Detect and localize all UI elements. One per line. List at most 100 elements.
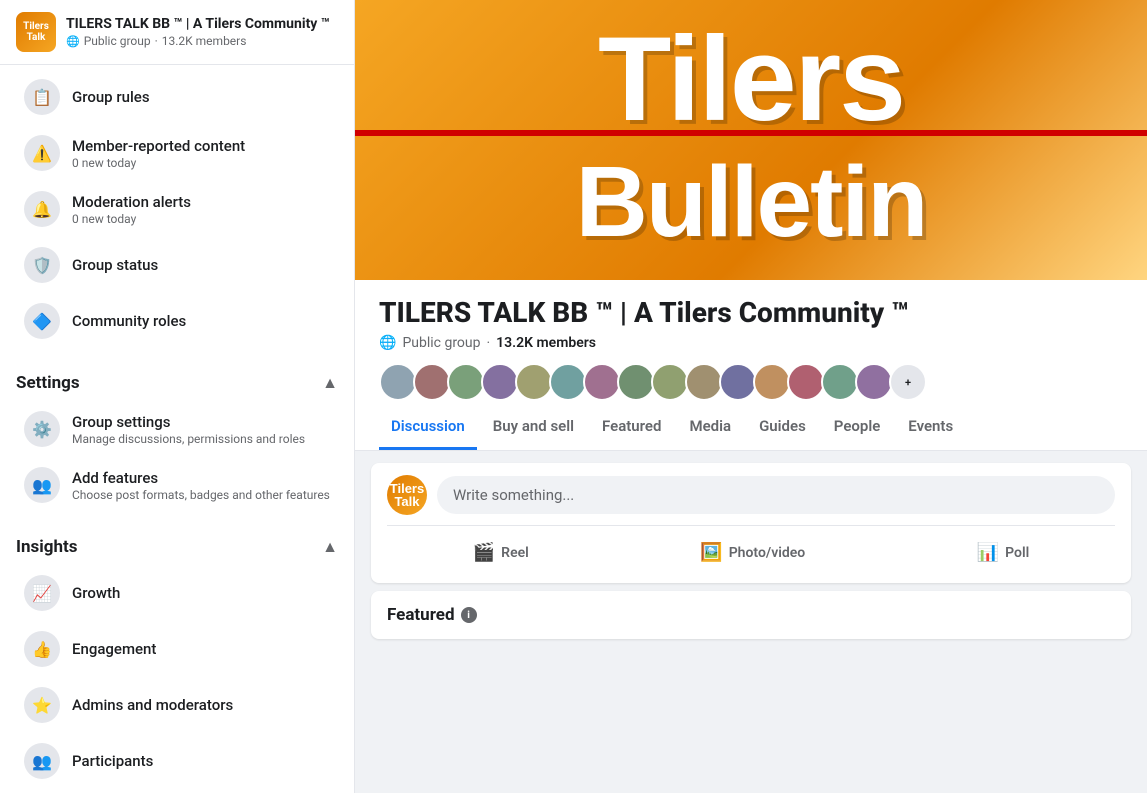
member-avatar (413, 363, 451, 401)
featured-info-icon[interactable]: i (461, 607, 477, 623)
group-settings-label: Group settings (72, 413, 305, 431)
growth-label: Growth (72, 584, 120, 602)
insights-section-header: Insights ▲ (0, 525, 354, 561)
featured-section: Featured i (371, 591, 1131, 639)
sidebar-item-admins-moderators[interactable]: ⭐ Admins and moderators (8, 677, 346, 733)
sidebar-item-group-rules[interactable]: 📋 Group rules (8, 69, 346, 125)
photo-video-label: Photo/video (729, 545, 806, 561)
sidebar-item-moderation-alerts[interactable]: 🔔 Moderation alerts 0 new today (8, 181, 346, 237)
group-type: Public group (84, 34, 151, 48)
cover-red-line (355, 130, 1147, 136)
photo-icon: 🖼️ (700, 542, 722, 563)
group-members-count: 13.2K members (162, 34, 247, 48)
reel-icon: 🎬 (473, 542, 495, 563)
add-features-sub: Choose post formats, badges and other fe… (72, 488, 330, 502)
members-row: + (379, 363, 1123, 403)
featured-header: Featured i (387, 605, 1115, 625)
tabs-bar: DiscussionBuy and sellFeaturedMediaGuide… (355, 403, 1147, 451)
main-content: Tilers Bulletin TILERS TALK BB ™ | A Til… (355, 0, 1147, 793)
reel-button[interactable]: 🎬 Reel (457, 534, 545, 571)
sidebar-item-participants[interactable]: 👥 Participants (8, 733, 346, 789)
member-avatar (447, 363, 485, 401)
reported-icon: ⚠️ (24, 135, 60, 171)
group-avatar: TilersTalk (16, 12, 56, 52)
member-avatar (753, 363, 791, 401)
group-info-section: TILERS TALK BB ™ | A Tilers Community ™ … (355, 280, 1147, 403)
sidebar-item-group-settings[interactable]: ⚙️ Group settings Manage discussions, pe… (8, 401, 346, 457)
member-avatar (685, 363, 723, 401)
admins-icon: ⭐ (24, 687, 60, 723)
globe-public-icon: 🌐 (379, 335, 396, 351)
sidebar-item-community-roles[interactable]: 🔷 Community roles (8, 293, 346, 349)
member-avatar (617, 363, 655, 401)
photo-video-button[interactable]: 🖼️ Photo/video (684, 534, 821, 571)
composer-avatar: TilersTalk (387, 475, 427, 515)
member-avatar (821, 363, 859, 401)
group-settings-sub: Manage discussions, permissions and role… (72, 432, 305, 446)
member-reported-label: Member-reported content (72, 137, 245, 155)
tab-discussion[interactable]: Discussion (379, 403, 477, 450)
member-avatar (549, 363, 587, 401)
roles-icon: 🔷 (24, 303, 60, 339)
tab-guides[interactable]: Guides (747, 403, 818, 450)
tab-media[interactable]: Media (677, 403, 743, 450)
alerts-icon: 🔔 (24, 191, 60, 227)
moderation-alerts-sub: 0 new today (72, 212, 191, 226)
engagement-label: Engagement (72, 640, 156, 658)
member-avatar (855, 363, 893, 401)
sidebar-item-member-reported[interactable]: ⚠️ Member-reported content 0 new today (8, 125, 346, 181)
sidebar-item-growth[interactable]: 📈 Growth (8, 565, 346, 621)
insights-chevron-icon[interactable]: ▲ (322, 537, 338, 557)
group-info-block: TILERS TALK BB ™ | A Tilers Community ™ … (66, 16, 338, 49)
composer-top: TilersTalk Write something... (387, 475, 1115, 515)
moderation-section: 📋 Group rules ⚠️ Member-reported content… (0, 65, 354, 353)
group-title: TILERS TALK BB ™ | A Tilers Community ™ (379, 296, 1123, 329)
member-avatar (515, 363, 553, 401)
member-avatar (719, 363, 757, 401)
composer-input[interactable]: Write something... (437, 476, 1115, 514)
sidebar-item-guides[interactable]: 📖 Guides (8, 789, 346, 793)
sidebar-item-add-features[interactable]: 👥 Add features Choose post formats, badg… (8, 457, 346, 513)
sidebar-item-engagement[interactable]: 👍 Engagement (8, 621, 346, 677)
composer-actions: 🎬 Reel 🖼️ Photo/video 📊 Poll (387, 525, 1115, 571)
sidebar: TilersTalk TILERS TALK BB ™ | A Tilers C… (0, 0, 355, 793)
community-roles-label: Community roles (72, 312, 186, 330)
cover-bulletin-text: Bulletin (576, 145, 927, 260)
rules-icon: 📋 (24, 79, 60, 115)
cover-tilers-text: Tilers (598, 10, 904, 148)
poll-label: Poll (1005, 545, 1029, 561)
tab-featured[interactable]: Featured (590, 403, 673, 450)
member-avatar (651, 363, 689, 401)
more-members-avatar[interactable]: + (889, 363, 927, 401)
growth-icon: 📈 (24, 575, 60, 611)
group-status-label: Group status (72, 256, 158, 274)
group-header[interactable]: TilersTalk TILERS TALK BB ™ | A Tilers C… (0, 0, 354, 65)
group-meta: 🌐 Public group · 13.2K members (66, 34, 338, 48)
engagement-icon: 👍 (24, 631, 60, 667)
member-avatar (787, 363, 825, 401)
tab-buy-sell[interactable]: Buy and sell (481, 403, 586, 450)
group-type-main: Public group (402, 335, 480, 351)
features-icon: 👥 (24, 467, 60, 503)
settings-section-header: Settings ▲ (0, 361, 354, 397)
insights-section: 📈 Growth 👍 Engagement ⭐ Admins and moder… (0, 561, 354, 793)
member-avatar (379, 363, 417, 401)
group-subtitle: 🌐 Public group · 13.2K members (379, 335, 1123, 351)
settings-section: ⚙️ Group settings Manage discussions, pe… (0, 397, 354, 517)
sidebar-item-group-status[interactable]: 🛡️ Group status (8, 237, 346, 293)
globe-icon: 🌐 (66, 35, 80, 48)
settings-icon: ⚙️ (24, 411, 60, 447)
reel-label: Reel (501, 545, 529, 561)
member-avatar (481, 363, 519, 401)
member-avatar (583, 363, 621, 401)
settings-chevron-icon[interactable]: ▲ (322, 373, 338, 393)
featured-title: Featured (387, 605, 455, 625)
add-features-label: Add features (72, 469, 330, 487)
post-composer: TilersTalk Write something... 🎬 Reel 🖼️ … (371, 463, 1131, 583)
participants-label: Participants (72, 752, 153, 770)
admins-label: Admins and moderators (72, 696, 233, 714)
tab-events[interactable]: Events (896, 403, 965, 450)
poll-icon: 📊 (977, 542, 999, 563)
poll-button[interactable]: 📊 Poll (961, 534, 1046, 571)
tab-people[interactable]: People (822, 403, 893, 450)
